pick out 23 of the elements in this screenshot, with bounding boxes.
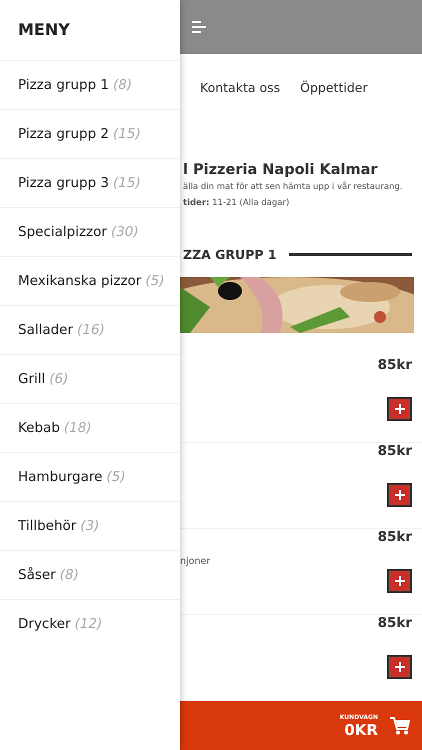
- nav-link[interactable]: Kontakta oss: [200, 80, 280, 94]
- menu-icon[interactable]: [192, 21, 206, 33]
- opening-hours: tider: 11-21 (Alla dagar): [183, 198, 290, 208]
- cart-total: 0KR: [344, 720, 378, 738]
- restaurant-title: l Pizzeria Napoli Kalmar: [183, 162, 379, 178]
- add-button[interactable]: [387, 397, 412, 421]
- product-description: njoner: [180, 556, 210, 567]
- plus-icon: [394, 662, 404, 672]
- product-price: 85kr: [378, 443, 412, 461]
- product-price: 85kr: [378, 529, 412, 547]
- cart-icon: [390, 717, 410, 735]
- plus-icon: [394, 404, 404, 414]
- drawer-title: MENY: [17, 19, 70, 41]
- restaurant-description: älla din mat för att sen hämta upp i vår restaurang.: [183, 182, 404, 192]
- plus-icon: [394, 490, 404, 500]
- plus-icon: [394, 576, 404, 586]
- add-button[interactable]: [387, 655, 412, 679]
- section-heading: ZZA GRUPP 1: [183, 246, 277, 262]
- product-price: 85kr: [378, 357, 412, 375]
- add-button[interactable]: [387, 483, 412, 507]
- product-price: 85kr: [378, 615, 412, 633]
- nav-link[interactable]: Öppettider: [300, 80, 368, 94]
- add-button[interactable]: [387, 569, 412, 593]
